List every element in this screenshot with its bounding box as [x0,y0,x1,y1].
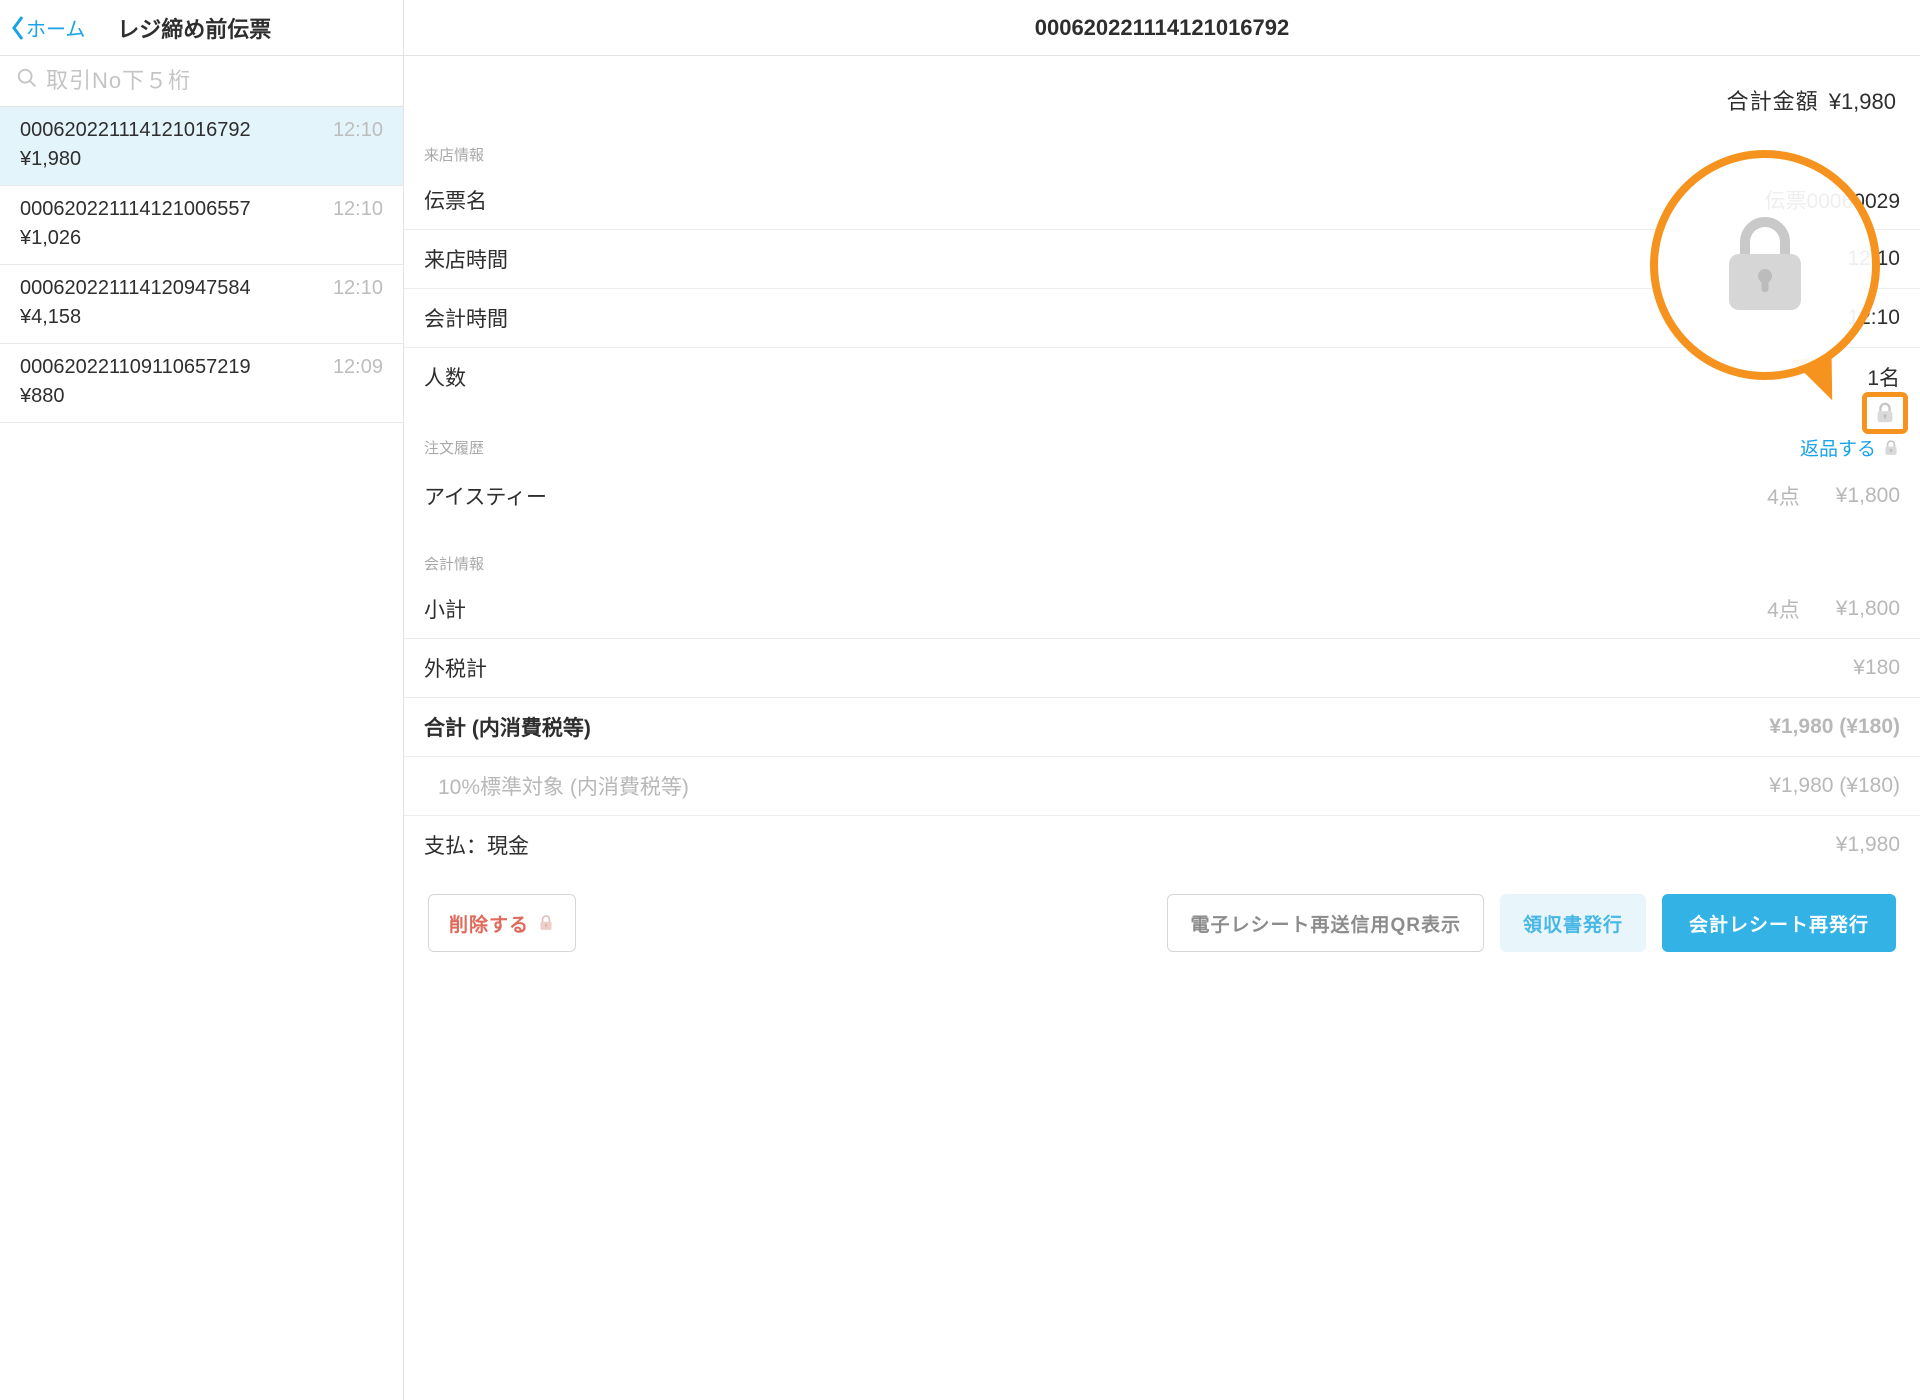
tx-amount: ¥4,158 [20,306,383,329]
lock-icon [1715,210,1815,320]
section-visit: 来店情報 [404,134,1920,171]
tx-id: 000620221114121016792 [20,119,251,142]
screen-title: レジ締め前伝票 [85,12,303,44]
tx-id: 000620221109110657219 [20,356,251,379]
lock-icon [1882,439,1900,457]
lock-icon [537,914,555,932]
search-input[interactable] [0,56,403,106]
tx-time: 12:10 [333,198,383,221]
lock-icon [1874,401,1896,425]
transaction-item[interactable]: 000620221109110657219 12:09 ¥880 [0,344,403,423]
chevron-left-icon [10,14,26,42]
row-party: 人数 1名 [404,348,1920,406]
callout-bubble [1650,150,1880,380]
tx-amount: ¥880 [20,385,383,408]
tx-amount: ¥1,980 [20,148,383,171]
detail-footer: 削除する 電子レシート再送信用QR表示 領収書発行 会計レシート再発行 [404,874,1920,976]
receipt-button[interactable]: 会計レシート再発行 [1662,894,1896,952]
transaction-list: 00062022111412101679212:10¥1,98000062022… [0,107,403,1400]
qr-button[interactable]: 電子レシート再送信用QR表示 [1167,894,1484,952]
return-button[interactable]: 返品する [1800,434,1900,461]
tx-amount: ¥1,026 [20,227,383,250]
row-tax-ext: 外税計 ¥180 [404,639,1920,698]
tx-time: 12:10 [333,119,383,142]
transaction-item[interactable]: 000620221114121006557 12:10 ¥1,026 [0,186,403,265]
section-orders: 注文履歴 返品する [404,424,1920,467]
delete-button[interactable]: 削除する [428,894,576,952]
tx-time: 12:10 [333,277,383,300]
left-pane: ホーム レジ締め前伝票 000620221114121016792 12:10 ¥1… [0,0,404,1400]
row-payment: 支払：現金 ¥1,980 [404,816,1920,874]
detail-header-id: 000620221114121016792 [1035,15,1290,41]
transaction-item[interactable]: 000620221114121016792 12:10 ¥1,980 [0,107,403,186]
callout-target [1862,392,1908,434]
search-icon [16,67,38,95]
section-acct: 会計情報 [404,543,1920,580]
tx-id: 000620221114121006557 [20,198,251,221]
row-grand-total: 合計 (内消費税等) ¥1,980 (¥180) [404,698,1920,757]
transaction-item[interactable]: 000620221114120947584 12:10 ¥4,158 [0,265,403,344]
right-pane: 000620221114121016792 合計金額 ¥1,980 来店情報 伝… [404,0,1920,1400]
tx-id: 000620221114120947584 [20,277,251,300]
ryoshu-button[interactable]: 領収書発行 [1500,894,1646,952]
tx-time: 12:09 [333,356,383,379]
total-value: ¥1,980 [1829,89,1896,114]
back-button[interactable]: ホーム [10,13,85,42]
order-item: アイスティー4点¥1,800 [404,467,1920,525]
row-subtotal: 小計 4点 ¥1,800 [404,580,1920,639]
left-header: ホーム レジ締め前伝票 [0,0,403,56]
back-label: ホーム [26,13,85,42]
total-row: 合計金額 ¥1,980 [404,56,1920,134]
search-wrap [0,56,403,107]
total-label: 合計金額 [1727,89,1819,114]
row-tax-detail: 10%標準対象 (内消費税等) ¥1,980 (¥180) [404,757,1920,816]
detail-header: 000620221114121016792 [404,0,1920,56]
